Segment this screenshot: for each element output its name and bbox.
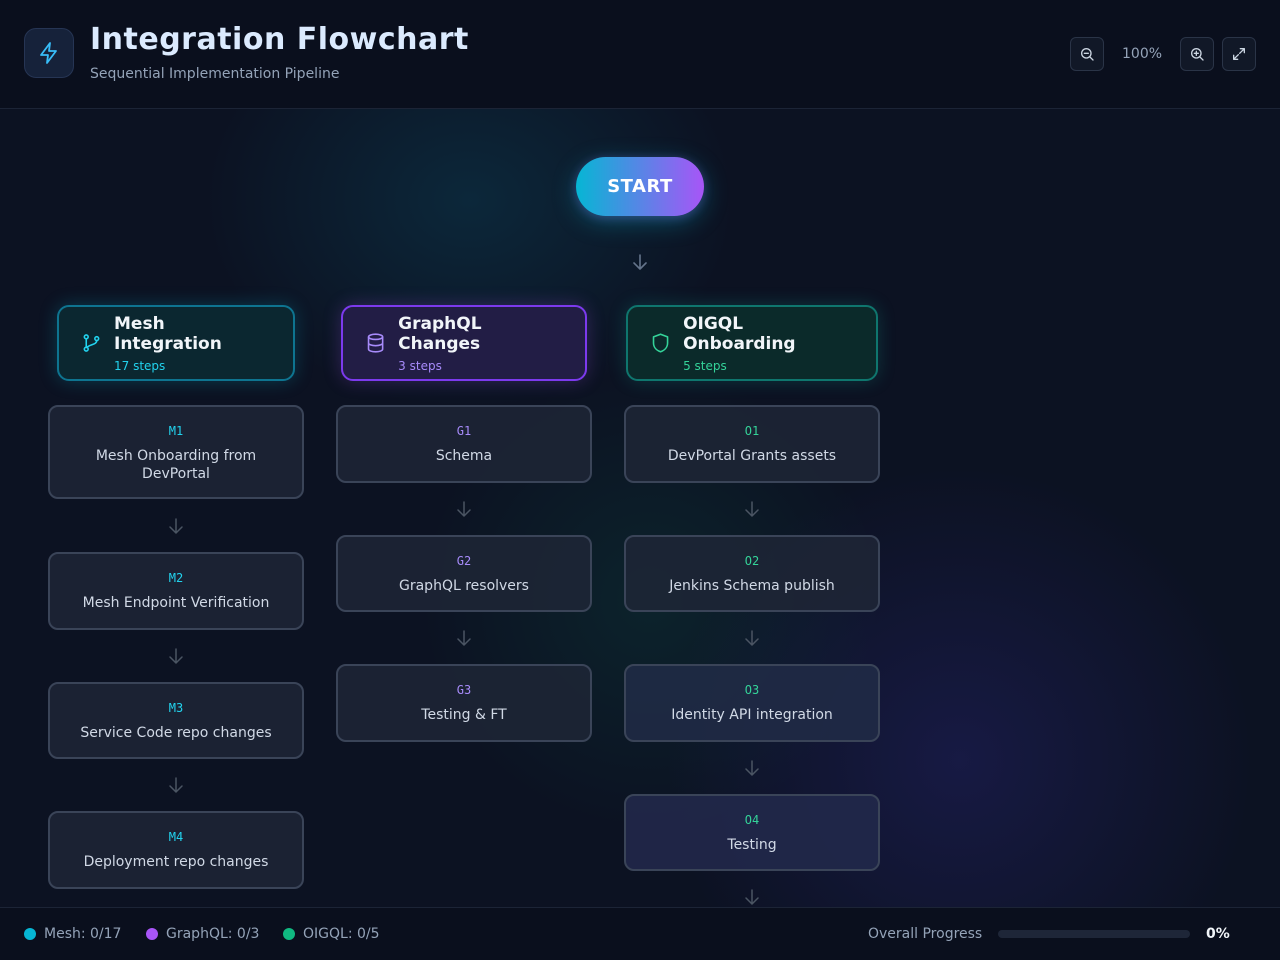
legend-label: GraphQL: 0/3 (166, 926, 260, 942)
fullscreen-button[interactable] (1222, 37, 1256, 71)
arrow-down-icon (633, 254, 647, 270)
column-step-count: 17 steps (114, 358, 166, 373)
step-code: G1 (456, 424, 472, 438)
step-code: M3 (168, 701, 184, 715)
git-branch-icon (83, 334, 100, 352)
column-step-count: 5 steps (683, 358, 727, 373)
legend-label: Mesh: 0/17 (44, 926, 122, 942)
arrow-down-icon (745, 760, 759, 776)
step-card-g2[interactable]: G2 GraphQL resolvers (336, 535, 592, 612)
step-code: O1 (744, 424, 760, 438)
step-card-m4[interactable]: M4 Deployment repo changes (48, 811, 304, 889)
start-node[interactable]: START (576, 157, 704, 216)
legend-item-mesh: Mesh: 0/17 (24, 926, 121, 942)
step-label: Mesh Endpoint Verification (82, 595, 270, 611)
column-title: GraphQL Changes (398, 313, 482, 354)
step-code: G3 (456, 683, 472, 697)
arrow-down-icon (745, 501, 759, 517)
zoom-level: 100% (1122, 46, 1163, 62)
step-label: Identity API integration (671, 707, 833, 723)
page-title: Integration Flowchart (90, 22, 469, 57)
step-label: Testing (727, 837, 777, 853)
arrow-down-icon (745, 630, 759, 646)
step-code: M1 (168, 424, 184, 438)
step-code: G2 (456, 554, 472, 568)
step-card-m3[interactable]: M3 Service Code repo changes (48, 682, 304, 759)
step-label: DevPortal Grants assets (667, 448, 837, 464)
arrow-down-icon (745, 889, 759, 905)
page-header: Integration Flowchart Sequential Impleme… (0, 0, 1280, 109)
legend-item-oigql: OIGQL: 0/5 (283, 926, 380, 942)
legend-item-graphql: GraphQL: 0/3 (146, 926, 259, 942)
arrow-down-icon (169, 648, 183, 664)
arrow-down-icon (457, 630, 471, 646)
expand-icon (1233, 48, 1245, 60)
column-header-graphql[interactable]: GraphQL Changes 3 steps (341, 305, 587, 381)
arrow-down-icon (169, 777, 183, 793)
step-card-o2[interactable]: O2 Jenkins Schema publish (624, 535, 880, 612)
step-card-m2[interactable]: M2 Mesh Endpoint Verification (48, 552, 304, 630)
legend-dot (283, 928, 295, 940)
column-header-oigql[interactable]: OIGQL Onboarding 5 steps (626, 305, 878, 381)
step-card-g3[interactable]: G3 Testing & FT (336, 664, 592, 742)
step-label: Schema (435, 448, 493, 464)
step-code: O4 (744, 813, 760, 827)
arrow-down-icon (169, 518, 183, 534)
legend-label: OIGQL: 0/5 (303, 926, 380, 942)
shield-icon (652, 333, 669, 353)
zoom-out-icon (1081, 48, 1094, 61)
column-header-mesh[interactable]: Mesh Integration 17 steps (57, 305, 295, 381)
step-card-g1[interactable]: G1 Schema (336, 405, 592, 483)
column-title: OIGQL Onboarding (683, 313, 796, 354)
column-title: Mesh Integration (114, 313, 222, 354)
legend-dot (146, 928, 158, 940)
step-label: Testing & FT (421, 707, 507, 723)
step-code: O2 (744, 554, 760, 568)
page-subtitle: Sequential Implementation Pipeline (90, 66, 340, 82)
column-step-count: 3 steps (398, 358, 442, 373)
step-code: O3 (744, 683, 760, 697)
step-label: Service Code repo changes (80, 725, 272, 741)
step-label: GraphQL resolvers (399, 578, 529, 594)
zoom-in-icon (1191, 48, 1204, 61)
arrow-down-icon (457, 501, 471, 517)
legend-dot (24, 928, 36, 940)
progress-percent: 0% (1206, 926, 1230, 942)
zoom-out-button[interactable] (1070, 37, 1104, 71)
step-label: Deployment repo changes (83, 854, 269, 870)
progress-bar (998, 930, 1190, 938)
step-code: M4 (168, 830, 184, 844)
database-icon (367, 333, 384, 353)
zoom-in-button[interactable] (1180, 37, 1214, 71)
step-card-o4[interactable]: O4 Testing (624, 794, 880, 871)
step-code: M2 (168, 571, 184, 585)
step-card-o1[interactable]: O1 DevPortal Grants assets (624, 405, 880, 483)
step-label: Jenkins Schema publish (669, 578, 835, 594)
lightning-icon (24, 28, 74, 78)
progress-label: Overall Progress (868, 926, 983, 942)
step-card-m1[interactable]: M1 Mesh Onboarding from DevPortal (48, 405, 304, 499)
step-card-o3[interactable]: O3 Identity API integration (624, 664, 880, 742)
step-label: Mesh Onboarding from DevPortal (95, 448, 257, 482)
